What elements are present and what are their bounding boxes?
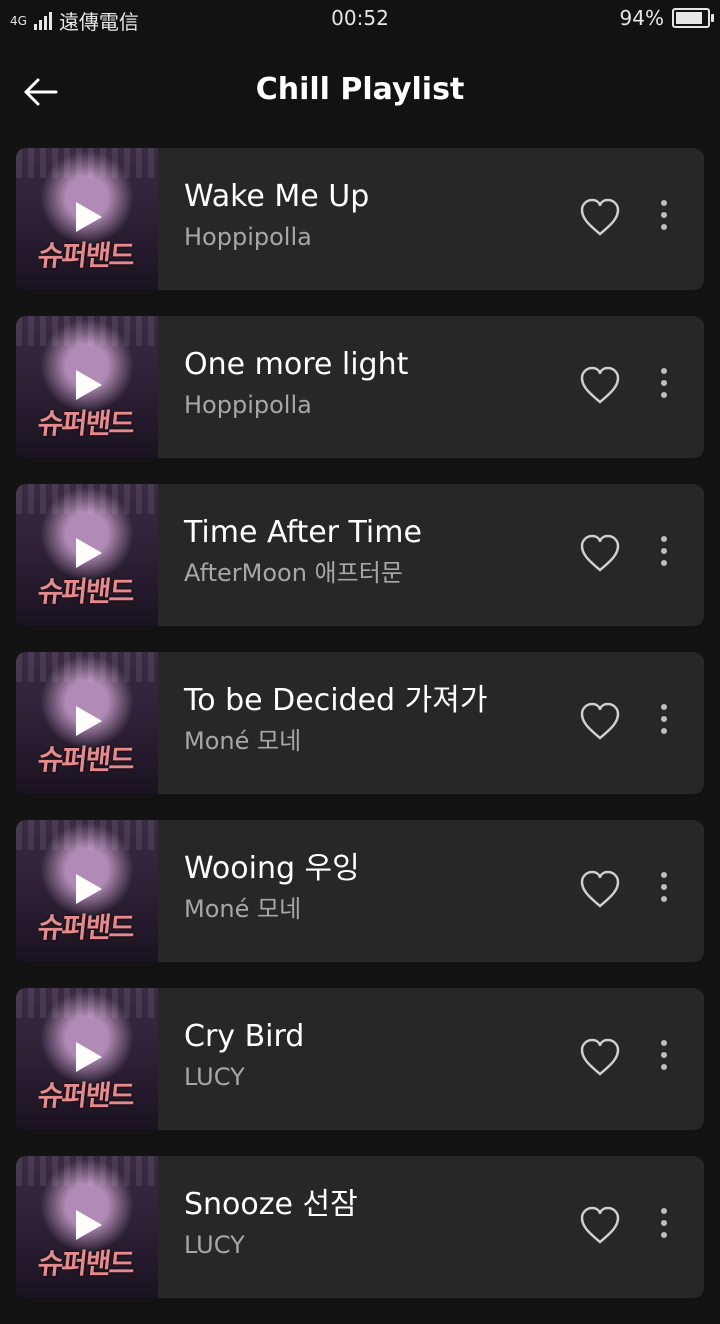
song-title: Wake Me Up <box>184 179 370 214</box>
album-art[interactable]: 슈퍼밴드 <box>16 988 158 1130</box>
play-icon[interactable] <box>76 1210 102 1240</box>
song-title: Cry Bird <box>184 1019 305 1054</box>
song-title: To be Decided 가져가 <box>184 683 488 718</box>
status-time: 00:52 <box>331 6 389 30</box>
track-info: Wake Me Up Hoppipolla <box>184 178 564 254</box>
artist-name: AfterMoon 애프터문 <box>184 559 403 587</box>
song-title: One more light <box>184 347 409 382</box>
album-art[interactable]: 슈퍼밴드 <box>16 316 158 458</box>
more-vertical-icon[interactable] <box>654 1034 674 1084</box>
more-vertical-icon[interactable] <box>654 866 674 916</box>
album-art-pattern <box>16 484 158 514</box>
album-art-pattern <box>16 1156 158 1186</box>
album-art-title: 슈퍼밴드 <box>36 1247 135 1280</box>
list-item[interactable]: 슈퍼밴드 One more light Hoppipolla <box>16 316 704 458</box>
battery-icon <box>672 8 714 28</box>
track-info: To be Decided 가져가 Moné 모네 <box>184 682 564 758</box>
album-art-pattern <box>16 988 158 1018</box>
album-art[interactable]: 슈퍼밴드 <box>16 820 158 962</box>
track-info: Cry Bird LUCY <box>184 1018 564 1094</box>
song-title: Snooze 선잠 <box>184 1187 358 1222</box>
artist-name: Moné 모네 <box>184 895 302 923</box>
list-item[interactable]: 슈퍼밴드 Time After Time AfterMoon 애프터문 <box>16 484 704 626</box>
album-art-title: 슈퍼밴드 <box>36 911 135 944</box>
artist-name: Hoppipolla <box>184 223 312 251</box>
album-art-pattern <box>16 148 158 178</box>
heart-outline-icon[interactable] <box>578 868 622 912</box>
album-art[interactable]: 슈퍼밴드 <box>16 484 158 626</box>
list-item[interactable]: 슈퍼밴드 Snooze 선잠 LUCY <box>16 1156 704 1298</box>
status-right: 94% <box>619 6 714 30</box>
album-art[interactable]: 슈퍼밴드 <box>16 652 158 794</box>
play-icon[interactable] <box>76 202 102 232</box>
page-title: Chill Playlist <box>255 72 465 107</box>
heart-outline-icon[interactable] <box>578 1204 622 1248</box>
heart-outline-icon[interactable] <box>578 196 622 240</box>
track-info: Wooing 우잉 Moné 모네 <box>184 850 564 926</box>
track-info: Time After Time AfterMoon 애프터문 <box>184 514 564 590</box>
more-vertical-icon[interactable] <box>654 1202 674 1252</box>
heart-outline-icon[interactable] <box>578 1036 622 1080</box>
track-info: Snooze 선잠 LUCY <box>184 1186 564 1262</box>
list-item[interactable]: 슈퍼밴드 Wooing 우잉 Moné 모네 <box>16 820 704 962</box>
play-icon[interactable] <box>76 370 102 400</box>
artist-name: Hoppipolla <box>184 391 312 419</box>
album-art-pattern <box>16 652 158 682</box>
album-art-title: 슈퍼밴드 <box>36 575 135 608</box>
track-info: One more light Hoppipolla <box>184 346 564 422</box>
more-vertical-icon[interactable] <box>654 362 674 412</box>
list-item[interactable]: 슈퍼밴드 Cry Bird LUCY <box>16 988 704 1130</box>
album-art[interactable]: 슈퍼밴드 <box>16 1156 158 1298</box>
play-icon[interactable] <box>76 1042 102 1072</box>
more-vertical-icon[interactable] <box>654 698 674 748</box>
battery-percent: 94% <box>619 6 664 30</box>
song-title: Time After Time <box>184 515 422 550</box>
playlist-list: 슈퍼밴드 Wake Me Up Hoppipolla 슈퍼밴드 One more… <box>16 148 704 1324</box>
list-item[interactable]: 슈퍼밴드 To be Decided 가져가 Moné 모네 <box>16 652 704 794</box>
album-art-title: 슈퍼밴드 <box>36 1079 135 1112</box>
artist-name: LUCY <box>184 1063 245 1091</box>
list-item[interactable]: 슈퍼밴드 Wake Me Up Hoppipolla <box>16 148 704 290</box>
play-icon[interactable] <box>76 706 102 736</box>
more-vertical-icon[interactable] <box>654 530 674 580</box>
album-art-title: 슈퍼밴드 <box>36 407 135 440</box>
album-art-pattern <box>16 820 158 850</box>
song-title: Wooing 우잉 <box>184 851 360 886</box>
album-art[interactable]: 슈퍼밴드 <box>16 148 158 290</box>
heart-outline-icon[interactable] <box>578 364 622 408</box>
album-art-pattern <box>16 316 158 346</box>
artist-name: LUCY <box>184 1231 245 1259</box>
heart-outline-icon[interactable] <box>578 700 622 744</box>
status-bar: 4G 遠傳電信 00:52 94% <box>0 0 720 36</box>
album-art-title: 슈퍼밴드 <box>36 743 135 776</box>
app-header: Chill Playlist <box>0 56 720 128</box>
artist-name: Moné 모네 <box>184 727 302 755</box>
play-icon[interactable] <box>76 874 102 904</box>
album-art-title: 슈퍼밴드 <box>36 239 135 272</box>
play-icon[interactable] <box>76 538 102 568</box>
more-vertical-icon[interactable] <box>654 194 674 244</box>
heart-outline-icon[interactable] <box>578 532 622 576</box>
